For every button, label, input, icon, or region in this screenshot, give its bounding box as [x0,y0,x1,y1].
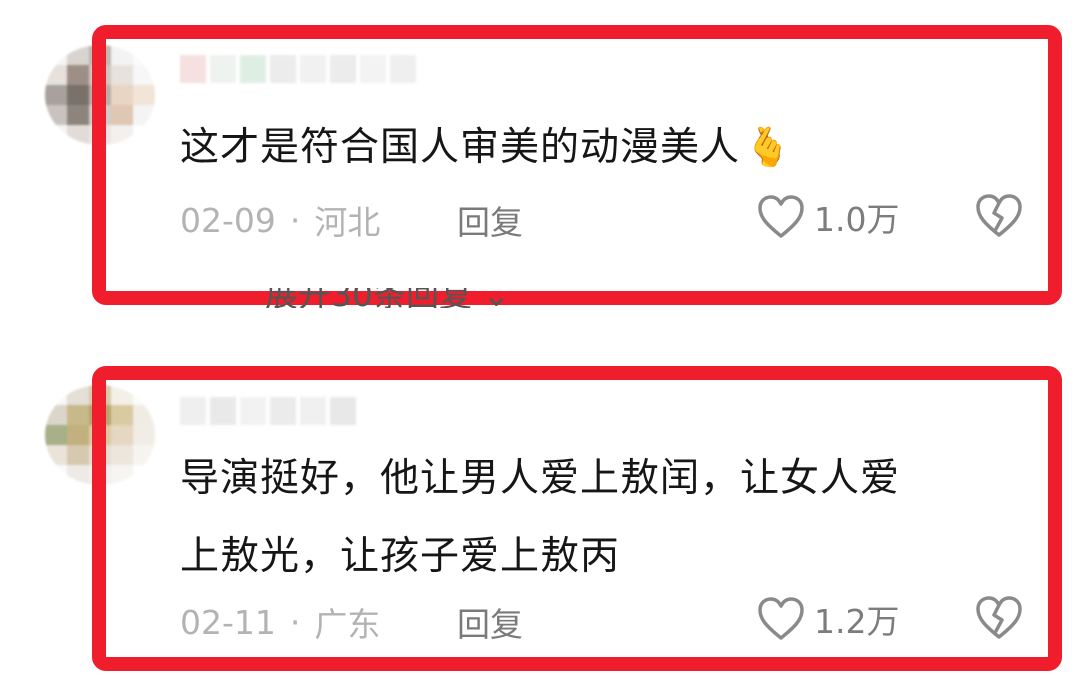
username-pixelated[interactable] [180,397,356,425]
separator-dot: · [289,200,301,240]
comment-text: 这才是符合国人审美的动漫美人 🫰 [180,108,792,187]
avatar[interactable] [45,385,155,485]
like-count: 1.0万 [814,200,900,239]
username-pixelated[interactable] [180,55,416,83]
broken-heart-icon[interactable] [974,193,1024,239]
like-button[interactable]: 1.2万 [756,595,899,643]
reply-button[interactable]: 回复 [457,598,523,646]
comment-date: 02-09 [180,200,276,240]
like-count: 1.2万 [814,602,900,641]
comment-body: 这才是符合国人审美的动漫美人 [180,125,741,170]
expand-replies[interactable]: 展开30条回复 ⌄ [265,288,510,308]
chevron-down-icon: ⌄ [482,288,511,308]
comment-body-line-2: 上敖光，让孩子爱上敖丙 [180,534,621,579]
comment-section: 这才是符合国人审美的动漫美人 🫰 02-09 · 河北 回复 1.0万 展开30条… [0,0,1080,675]
heart-icon [758,597,804,640]
finger-heart-emoji: 🫰 [744,125,793,169]
reply-button[interactable]: 回复 [457,196,523,244]
comment-date: 02-11 [180,602,276,642]
comment-location: 河北 [314,203,381,242]
separator-dot: · [289,602,301,642]
heart-icon [758,195,804,238]
comment-body-line-1: 导演挺好，他让男人爱上敖闰，让女人爱 [180,456,901,501]
expand-replies-label: 展开30条回复 [265,288,472,308]
comment-meta: 02-09 · 河北 [180,196,380,244]
broken-heart-icon[interactable] [974,595,1024,641]
comment-location: 广东 [314,605,381,644]
like-button[interactable]: 1.0万 [756,193,899,241]
avatar[interactable] [45,45,155,145]
comment-meta: 02-11 · 广东 [180,598,380,646]
comment-text: 导演挺好，他让男人爱上敖闰，让女人爱 上敖光，让孩子爱上敖丙 [180,440,900,596]
